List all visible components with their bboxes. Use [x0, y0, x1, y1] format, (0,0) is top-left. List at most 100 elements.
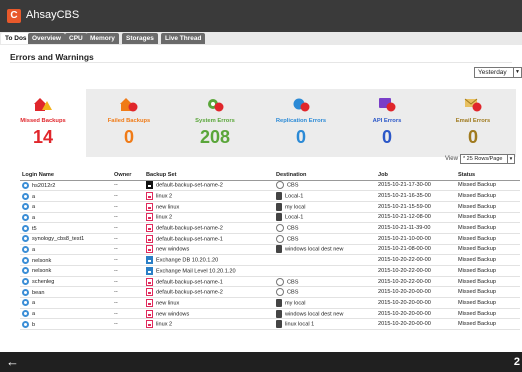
card-failed-backups[interactable]: Failed Backups 0: [86, 89, 172, 157]
backup-set-cell: Exchange Mail Level 10.20.1.20: [144, 265, 274, 277]
table-row[interactable]: synology_cbs8_test1 -- default-backup-set-…: [20, 233, 520, 245]
card-email-errors[interactable]: Email Errors 0: [430, 89, 516, 157]
user-icon: [22, 245, 29, 253]
login-cell[interactable]: synology_cbs8_test1: [20, 233, 112, 245]
column-header[interactable]: Owner: [112, 170, 144, 181]
table-row[interactable]: a -- new linux my local 2015-10-20-20-00-00 M…: [20, 297, 520, 309]
table-row[interactable]: nelsonk -- Exchange Mail Level 10.20.1.20 2…: [20, 265, 520, 277]
login-cell[interactable]: nelsonk: [20, 265, 112, 277]
table-row[interactable]: bean -- default-backup-set-name-2 CBS 2015-1…: [20, 286, 520, 299]
api-error-icon: [379, 98, 396, 112]
login-name[interactable]: a: [32, 194, 35, 200]
backup-set-name: Exchange Mail Level 10.20.1.20: [156, 268, 236, 275]
status-cell: Missed Backup: [456, 318, 520, 331]
table-row[interactable]: nelsonk -- Exchange DB 10.20.1.20 2015-10-2…: [20, 254, 520, 266]
table-row[interactable]: a -- new windows windows local dest new 2015…: [20, 244, 520, 256]
tab-to-dos[interactable]: To Dos: [1, 33, 31, 44]
login-name[interactable]: nelsonk: [32, 258, 51, 264]
card-value: 14: [32, 127, 54, 147]
backup-set-icon: [146, 202, 153, 211]
backup-set-icon: [146, 266, 153, 275]
tab-live-thread[interactable]: Live Thread: [161, 33, 206, 44]
login-cell[interactable]: bean: [20, 286, 112, 299]
destination-cell: windows local dest new: [274, 244, 376, 256]
backup-set-icon: [146, 234, 153, 243]
column-header[interactable]: Backup Set: [144, 170, 274, 181]
login-name[interactable]: a: [32, 204, 35, 210]
destination-name: windows local dest new: [285, 246, 344, 253]
table-row[interactable]: t5 -- default-backup-set-name-2 CBS 2015-10-…: [20, 222, 520, 234]
owner-cell: --: [112, 233, 144, 245]
login-name[interactable]: a: [32, 311, 35, 317]
login-name[interactable]: bean: [32, 290, 44, 296]
column-header[interactable]: Destination: [274, 170, 376, 181]
destination-name: Local-1: [285, 193, 304, 200]
destination-cell: CBS: [274, 180, 376, 192]
tab-memory[interactable]: Memory: [86, 33, 119, 44]
tab-cpu[interactable]: CPU: [65, 33, 87, 44]
login-name[interactable]: a: [32, 247, 35, 253]
card-system-errors[interactable]: System Errors 208: [172, 89, 258, 157]
login-cell[interactable]: t5: [20, 222, 112, 234]
drive-icon: [276, 245, 282, 254]
table-row[interactable]: a -- new windows windows local dest new 2015…: [20, 308, 520, 320]
cloud-destination-icon: [276, 224, 284, 233]
table-row[interactable]: b -- linux 2 linux local 1 2015-10-20-20-00-…: [20, 318, 520, 331]
column-header[interactable]: Login Name: [20, 170, 112, 181]
login-name[interactable]: b: [32, 322, 35, 328]
date-range-select[interactable]: Yesterday ▼: [474, 67, 522, 78]
backup-set-cell: new linux: [144, 201, 274, 213]
login-cell[interactable]: a: [20, 297, 112, 309]
login-name[interactable]: a: [32, 215, 35, 221]
backup-set-icon: [146, 277, 153, 286]
destination-cell: CBS: [274, 276, 376, 288]
table-row[interactable]: schenleg -- default-backup-set-name-1 CBS 20…: [20, 276, 520, 288]
login-name[interactable]: nelsonk: [32, 268, 51, 274]
tab-overview[interactable]: Overview: [28, 33, 65, 44]
job-cell: 2015-10-20-20-00-00: [376, 308, 456, 320]
destination-cell: [274, 254, 376, 266]
destination-cell: Local-1: [274, 212, 376, 224]
backup-set-name: linux 2: [156, 193, 173, 200]
login-cell[interactable]: a: [20, 212, 112, 224]
card-value: 0: [295, 127, 306, 147]
backup-set-cell: default-backup-set-name-2: [144, 222, 274, 234]
card-label: API Errors: [372, 118, 402, 124]
back-arrow-icon[interactable]: ←: [6, 355, 19, 369]
card-api-errors[interactable]: API Errors 0: [344, 89, 430, 157]
backup-set-cell: linux 2: [144, 190, 274, 202]
login-cell[interactable]: b: [20, 318, 112, 331]
card-missed-backups[interactable]: Missed Backups 14: [0, 89, 86, 157]
backup-set-cell: default-backup-set-name-2: [144, 180, 274, 192]
login-name[interactable]: a: [32, 300, 35, 306]
user-icon: [22, 320, 29, 328]
login-name[interactable]: t5: [32, 226, 37, 232]
login-cell[interactable]: schenleg: [20, 276, 112, 288]
rows-per-page-value: * 25 Rows/Page: [463, 156, 503, 162]
card-replication-errors[interactable]: Replication Errors 0: [258, 89, 344, 157]
destination-name: windows local dest new: [285, 311, 344, 318]
login-cell[interactable]: a: [20, 244, 112, 256]
login-name[interactable]: synology_cbs8_test1: [32, 236, 84, 242]
login-cell[interactable]: a: [20, 201, 112, 213]
login-cell[interactable]: a: [20, 308, 112, 320]
owner-cell: --: [112, 212, 144, 224]
login-name[interactable]: hs2012r2: [32, 183, 55, 189]
table-row[interactable]: a -- linux 2 Local-1 2015-10-21-12-08-00 Miss…: [20, 212, 520, 224]
table-row[interactable]: hs2012r2 -- default-backup-set-name-2 CBS 20…: [20, 180, 520, 192]
table-row[interactable]: a -- new linux my local 2015-10-21-15-59-00 M…: [20, 201, 520, 213]
job-cell: 2015-10-21-11-39-00: [376, 222, 456, 234]
status-cell: Missed Backup: [456, 244, 520, 256]
backup-set-cell: new linux: [144, 297, 274, 309]
backup-set-cell: new windows: [144, 244, 274, 256]
column-header[interactable]: Job: [376, 170, 456, 181]
column-header[interactable]: Status: [456, 170, 520, 181]
login-cell[interactable]: a: [20, 190, 112, 202]
login-name[interactable]: schenleg: [32, 279, 54, 285]
rows-per-page-select[interactable]: * 25 Rows/Page ▼: [460, 154, 515, 164]
user-icon: [22, 224, 29, 232]
login-cell[interactable]: hs2012r2: [20, 180, 112, 192]
tab-storages[interactable]: Storages: [122, 33, 158, 44]
login-cell[interactable]: nelsonk: [20, 254, 112, 266]
table-row[interactable]: a -- linux 2 Local-1 2015-10-21-16-35-00 Miss…: [20, 190, 520, 202]
